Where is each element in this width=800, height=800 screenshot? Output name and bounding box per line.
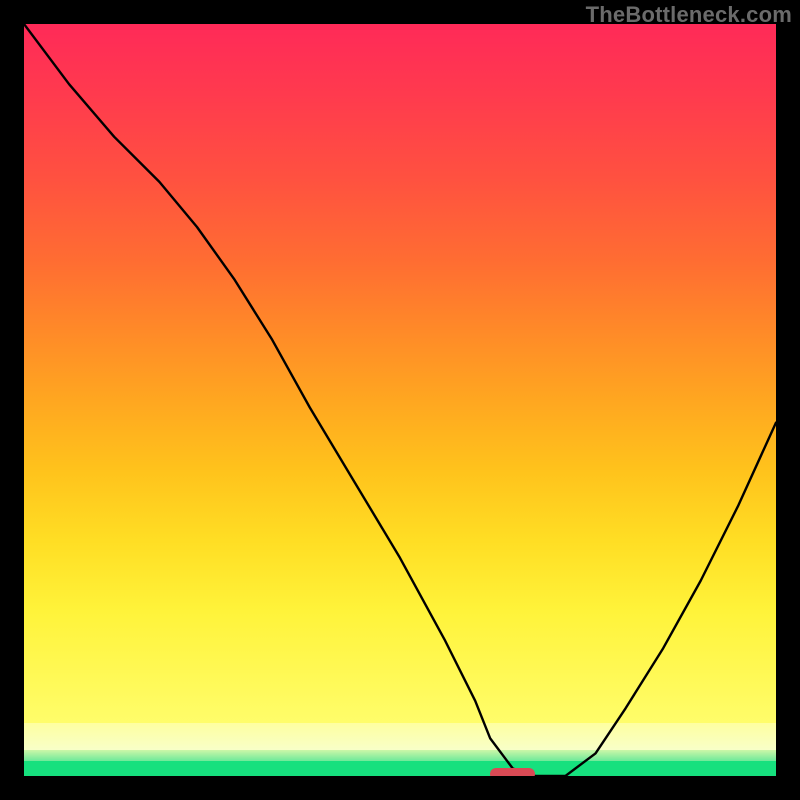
chart-frame: TheBottleneck.com xyxy=(0,0,800,800)
watermark-text: TheBottleneck.com xyxy=(586,2,792,28)
plot-area xyxy=(24,24,776,776)
bottleneck-curve xyxy=(24,24,776,776)
curve-svg xyxy=(24,24,776,776)
optimal-marker xyxy=(490,768,535,776)
